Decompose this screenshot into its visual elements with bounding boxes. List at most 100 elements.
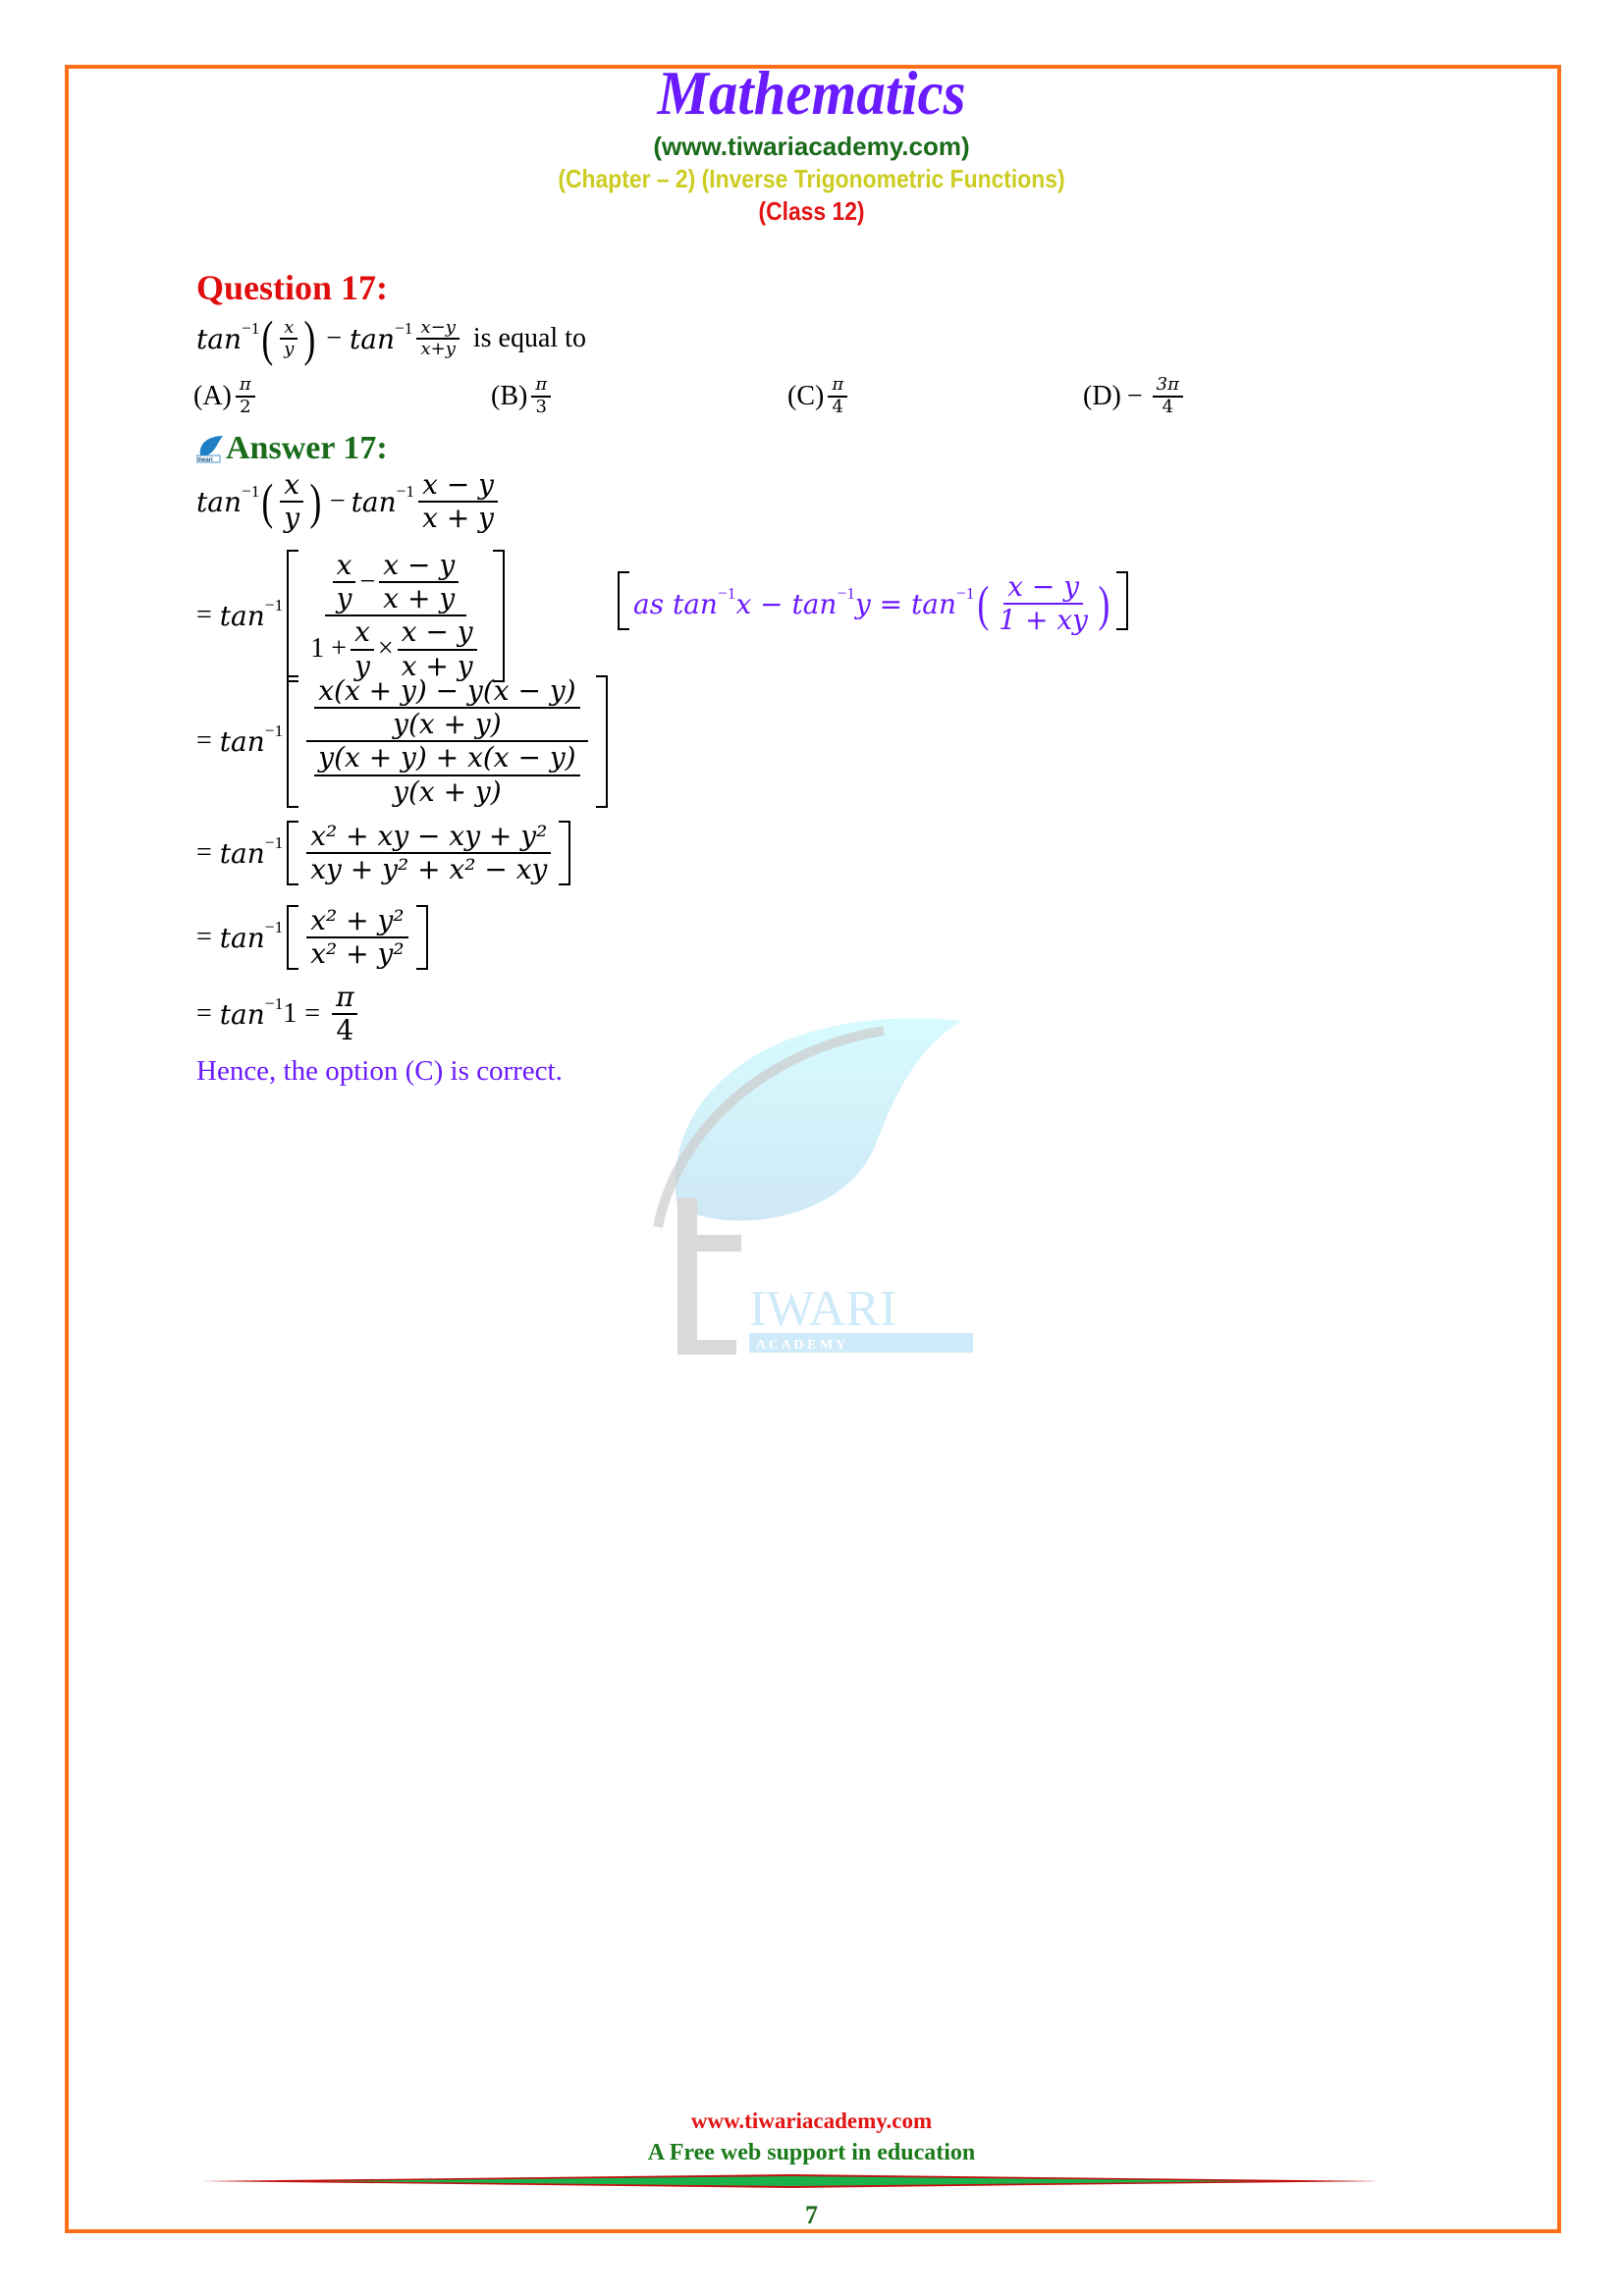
watermark-iwari-text: IWARI — [749, 1281, 896, 1337]
denominator: x + y — [383, 582, 456, 615]
tiwari-leaf-logo-icon: tiwari — [196, 436, 223, 463]
identity-note: as tan −1 x − tan −1 y = tan −1 ( x − y1 + … — [614, 570, 1132, 636]
option-label: (B) — [491, 380, 528, 411]
option-label: (D) — [1083, 380, 1121, 411]
numerator: 3π — [1152, 374, 1183, 398]
numerator: x(x + y) − y(x − y) — [314, 674, 580, 710]
fraction: xy — [351, 616, 374, 681]
option-c: (C) π4 — [787, 374, 851, 417]
left-bracket — [287, 675, 299, 808]
left-bracket — [287, 550, 299, 682]
note-text: y = tan — [854, 587, 957, 620]
footer-tagline: A Free web support in education — [647, 2140, 976, 2165]
option-b: (B) π3 — [491, 374, 555, 417]
note-text: x − tan — [735, 587, 838, 620]
right-bracket — [492, 550, 505, 682]
inverse-exponent: −1 — [717, 583, 736, 603]
watermark-academy-text: A C A D E M Y — [756, 1338, 845, 1353]
open-paren: ( — [977, 575, 989, 631]
numerator: x — [332, 549, 356, 584]
compound-fraction: x(x + y) − y(x − y) y(x + y) y(x + y) + x… — [306, 674, 588, 808]
minus-sign: − — [329, 486, 346, 517]
numerator: y(x + y) + x(x − y) — [314, 742, 580, 776]
numerator: π — [531, 374, 552, 398]
equals-sign: = — [196, 998, 212, 1030]
numerator: x − y — [379, 549, 460, 584]
fraction: y(x + y) + x(x − y) y(x + y) — [314, 742, 580, 808]
solution-step-5: = tan −1 x² + y² x² + y² — [196, 904, 432, 971]
denominator: 3 — [535, 396, 547, 417]
inverse-exponent: −1 — [394, 318, 413, 338]
fraction: π4 — [332, 981, 358, 1047]
equals-sign: = — [196, 922, 212, 953]
fraction: xy — [280, 317, 298, 360]
option-fraction: 3π 4 — [1152, 374, 1183, 417]
denominator: y(x + y) — [393, 708, 502, 741]
question-heading-colon: : — [376, 268, 389, 307]
denominator: 2 — [240, 396, 251, 417]
numerator: x − y — [418, 468, 498, 504]
fraction: x(x + y) − y(x − y) y(x + y) — [314, 674, 580, 741]
solution-step-3: = tan −1 x(x + y) − y(x − y) y(x + y) y(x … — [196, 674, 612, 808]
numerator: x − y — [1003, 570, 1084, 606]
denominator: y(x + y) — [393, 774, 502, 808]
solution-step-1: tan −1 ( xy ) − tan −1 x − yx + y — [196, 468, 502, 534]
option-fraction: π3 — [531, 374, 552, 417]
solution-step-2: = tan −1 xy − x − yx + y 1 + xy × x − yx … — [196, 549, 509, 682]
footer-divider — [201, 2174, 1380, 2188]
numerator: x−y — [416, 317, 460, 341]
fraction: xy — [280, 468, 304, 534]
close-paren: ) — [1098, 575, 1110, 631]
solution-step-4: = tan −1 x² + xy − xy + y² xy + y² + x² − … — [196, 820, 574, 886]
answer-heading: tiwari Answer 17: — [196, 430, 388, 467]
fraction: x − yx + y — [418, 468, 498, 534]
svg-text:tiwari: tiwari — [197, 457, 213, 463]
fraction: x² + y² x² + y² — [306, 904, 408, 970]
question-prompt: is equal to — [472, 323, 586, 354]
inverse-exponent: −1 — [241, 481, 260, 501]
minus-sign: − — [359, 566, 376, 598]
numerator: x − y — [397, 616, 477, 651]
right-bracket — [595, 675, 608, 808]
numerator: x — [280, 468, 304, 504]
numerator: x² + xy − xy + y² — [306, 820, 552, 855]
option-sign: − — [1126, 380, 1143, 411]
compound-numerator: xy − x − yx + y — [324, 549, 467, 617]
fn-tan: tan — [219, 599, 265, 632]
tiwari-academy-watermark: IWARI A C A D E M Y — [653, 1018, 973, 1355]
fn-tan: tan — [219, 921, 265, 954]
class-label: (Class 12) — [758, 196, 865, 226]
question-heading: Question 17: — [196, 267, 388, 308]
compound-denominator: y(x + y) + x(x − y) y(x + y) — [306, 742, 587, 807]
option-label: (C) — [787, 380, 825, 411]
option-label: (A) — [193, 380, 232, 411]
equals-sign: = — [304, 998, 321, 1030]
argument: 1 — [283, 998, 298, 1030]
one-plus: 1 + — [310, 633, 348, 665]
fn-tan: tan — [351, 485, 397, 518]
fn-tan: tan — [219, 997, 265, 1031]
fn-tan: tan — [196, 485, 242, 518]
right-bracket — [415, 905, 428, 971]
open-paren: ( — [261, 311, 274, 366]
inverse-exponent: −1 — [264, 832, 284, 852]
footer-site-link[interactable]: www.tiwariacademy.com — [0, 2109, 1623, 2134]
equals-sign: = — [196, 725, 212, 757]
denominator: 4 — [336, 1014, 354, 1047]
option-d: (D) − 3π 4 — [1083, 374, 1187, 417]
times-sign: × — [377, 633, 394, 665]
compound-numerator: x(x + y) − y(x − y) y(x + y) — [306, 674, 588, 743]
numerator: π — [332, 981, 358, 1016]
numerator: x — [351, 616, 374, 651]
close-paren: ) — [303, 311, 316, 366]
denominator: xy + y² + x² − xy — [310, 853, 548, 886]
answer-heading-text: Answer 17: — [226, 430, 388, 466]
fn-tan: tan — [219, 836, 265, 870]
fn-tan: tan — [350, 322, 395, 355]
chapter-subtitle: (Chapter – 2) (Inverse Trigonometric Fun… — [558, 164, 1065, 193]
right-bracket — [1115, 571, 1128, 630]
inverse-exponent: −1 — [264, 721, 284, 740]
option-a: (A) π2 — [193, 374, 259, 417]
inverse-exponent: −1 — [264, 993, 284, 1013]
header-site-link[interactable]: (www.tiwariacademy.com) — [0, 132, 1623, 162]
